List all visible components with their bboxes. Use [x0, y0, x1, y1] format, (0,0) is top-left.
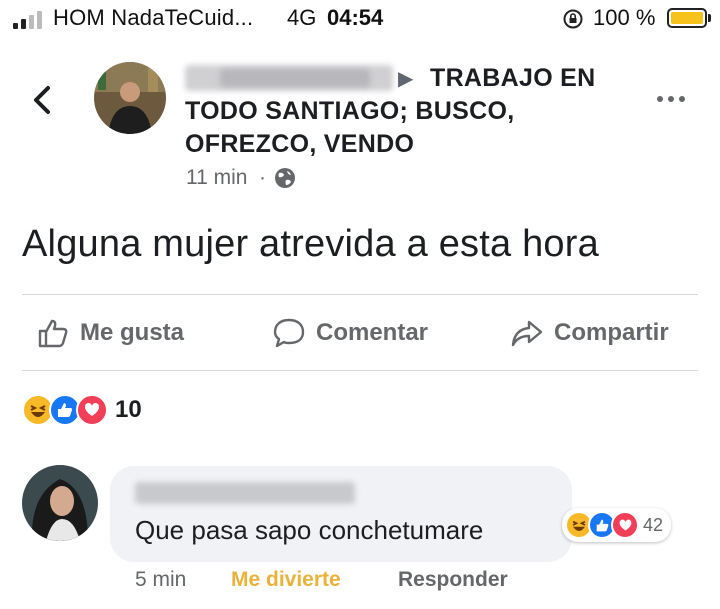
battery-percentage: 100 % [593, 5, 656, 30]
like-label: Me gusta [80, 319, 185, 346]
comment-bubble [110, 466, 572, 562]
globe-icon [275, 168, 295, 188]
post-timestamp[interactable]: 11 min [186, 166, 247, 190]
post-text: Alguna mujer atrevida a esta hora [22, 223, 599, 265]
rotation-lock-icon [563, 9, 583, 29]
share-button[interactable]: Compartir [510, 316, 669, 350]
divider-bottom [22, 370, 698, 371]
divider-top [22, 294, 698, 295]
battery-icon [667, 8, 707, 28]
comment-text: Que pasa sapo conchetumare [135, 515, 484, 545]
comment-reply-button[interactable]: Responder [398, 568, 508, 592]
love-reaction-icon [76, 394, 108, 426]
share-label: Compartir [554, 319, 669, 346]
commenter-avatar[interactable] [22, 465, 98, 541]
love-reaction-icon [611, 511, 639, 539]
thumbs-up-icon [38, 319, 68, 348]
comment-bubble-icon [273, 318, 305, 348]
reaction-count: 10 [115, 396, 142, 423]
separator-dot: · [259, 166, 266, 189]
comment-timestamp[interactable]: 5 min [135, 568, 186, 592]
comment-like-button[interactable]: Me divierte [231, 568, 341, 592]
carrier-name: HOM NadaTeCuid... [53, 5, 254, 30]
commenter-name-redacted [135, 482, 355, 504]
status-time: 04:54 [327, 5, 384, 30]
group-name[interactable]: TRABAJO EN TODO SANTIAGO; BUSCO, OFREZCO… [185, 62, 625, 161]
signal-strength-icon [13, 9, 42, 29]
author-avatar[interactable] [94, 62, 166, 134]
comment-label: Comentar [316, 319, 429, 346]
battery-tip [708, 14, 711, 22]
comment-reaction-count: 42 [643, 514, 664, 535]
share-arrow-icon [511, 320, 543, 347]
comment-reactions[interactable]: 42 [562, 508, 672, 542]
like-button[interactable]: Me gusta [36, 316, 184, 350]
post-reactions[interactable]: 10 [22, 394, 142, 426]
comment-button[interactable]: Comentar [272, 316, 428, 350]
network-type: 4G [287, 5, 317, 30]
more-options-icon[interactable] [657, 96, 685, 102]
back-arrow-icon[interactable] [30, 82, 54, 118]
